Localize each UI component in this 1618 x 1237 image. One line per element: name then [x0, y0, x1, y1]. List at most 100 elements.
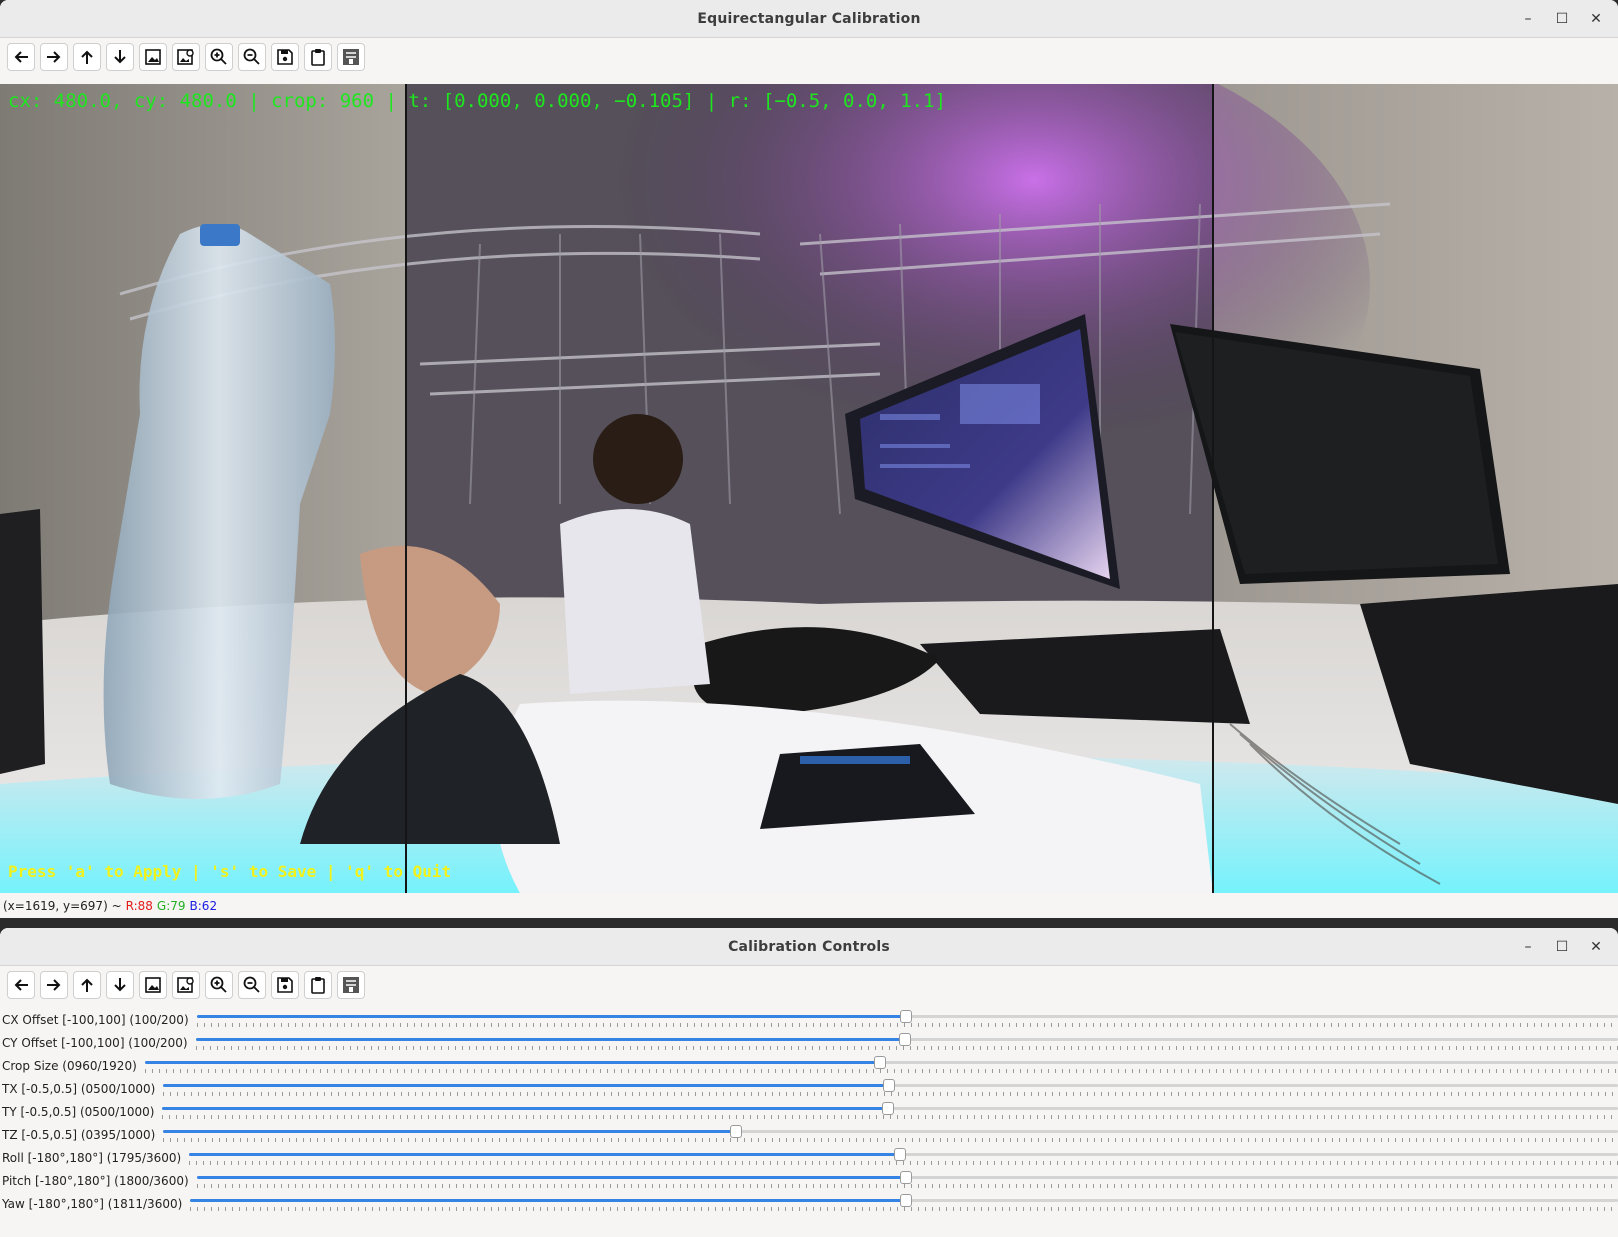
- main-titlebar[interactable]: Equirectangular Calibration – ☐ ✕: [0, 0, 1618, 38]
- slider[interactable]: [163, 1123, 1618, 1146]
- arrow-up-icon: [81, 50, 93, 64]
- close-button[interactable]: ✕: [1582, 934, 1610, 960]
- green-value: G:79: [156, 899, 186, 913]
- slider-fill: [190, 1199, 907, 1202]
- clipboard-icon: [311, 977, 325, 994]
- slider-handle[interactable]: [893, 1148, 906, 1161]
- image-button[interactable]: [139, 43, 167, 71]
- minimize-button[interactable]: –: [1514, 6, 1542, 32]
- controls-titlebar[interactable]: Calibration Controls – ☐ ✕: [0, 928, 1618, 966]
- arrow-left-button[interactable]: [7, 43, 35, 71]
- slider-label: Pitch [-180°,180°] (1800/3600): [2, 1173, 189, 1188]
- slider[interactable]: [190, 1192, 1618, 1215]
- slider-handle[interactable]: [899, 1171, 912, 1184]
- slider-handle[interactable]: [899, 1010, 912, 1023]
- arrow-down-button[interactable]: [106, 971, 134, 999]
- arrow-down-icon: [114, 50, 126, 64]
- slider-row: CX Offset [-100,100] (100/200): [0, 1008, 1618, 1031]
- image-icon: [145, 977, 161, 993]
- slider-row: CY Offset [-100,100] (100/200): [0, 1031, 1618, 1054]
- slider-label: Roll [-180°,180°] (1795/3600): [2, 1150, 182, 1165]
- slider-label: CX Offset [-100,100] (100/200): [2, 1012, 189, 1027]
- zoom-out-icon: [243, 976, 260, 993]
- zoom-out-icon: [243, 48, 260, 65]
- arrow-down-button[interactable]: [106, 43, 134, 71]
- slider[interactable]: [145, 1054, 1618, 1077]
- slider-handle[interactable]: [873, 1056, 886, 1069]
- slider-fill: [162, 1107, 888, 1110]
- slider-fill: [163, 1084, 889, 1087]
- slider-ticks: [197, 1184, 1618, 1188]
- slider-handle[interactable]: [882, 1079, 895, 1092]
- crop-boundary-left: [405, 84, 407, 893]
- slider-ticks: [196, 1046, 1618, 1050]
- zoom-in-button[interactable]: [205, 971, 233, 999]
- panorama-image: [0, 84, 1618, 893]
- zoom-in-button[interactable]: [205, 43, 233, 71]
- controls-toolbar: [0, 966, 1618, 1004]
- properties-icon: [343, 977, 359, 993]
- slider-handle[interactable]: [899, 1033, 911, 1046]
- slider[interactable]: [197, 1169, 1618, 1192]
- slider-label: TX [-0.5,0.5] (0500/1000): [2, 1081, 156, 1096]
- blue-value: B:62: [189, 899, 218, 913]
- slider-fill: [189, 1153, 900, 1156]
- main-toolbar: [0, 38, 1618, 76]
- zoom-out-button[interactable]: [238, 971, 266, 999]
- arrow-up-icon: [81, 978, 93, 992]
- slider-row: Roll [-180°,180°] (1795/3600): [0, 1146, 1618, 1169]
- image-settings-button[interactable]: [172, 43, 200, 71]
- save-button[interactable]: [271, 971, 299, 999]
- clipboard-button[interactable]: [304, 43, 332, 71]
- slider[interactable]: [197, 1008, 1618, 1031]
- slider[interactable]: [162, 1100, 1618, 1123]
- image-settings-button[interactable]: [172, 971, 200, 999]
- main-window-title: Equirectangular Calibration: [697, 10, 921, 27]
- properties-button[interactable]: [337, 43, 365, 71]
- slider[interactable]: [163, 1077, 1618, 1100]
- zoom-in-icon: [210, 976, 227, 993]
- arrow-left-icon: [14, 979, 28, 991]
- slider[interactable]: [189, 1146, 1618, 1169]
- calibration-controls-window: Calibration Controls – ☐ ✕ CX Offset [-1…: [0, 928, 1618, 1237]
- slider-handle[interactable]: [882, 1102, 894, 1115]
- clipboard-button[interactable]: [304, 971, 332, 999]
- slider-fill: [145, 1061, 880, 1064]
- slider-fill: [197, 1176, 906, 1179]
- close-button[interactable]: ✕: [1582, 6, 1610, 32]
- main-window-controls: – ☐ ✕: [1514, 0, 1610, 38]
- arrow-left-button[interactable]: [7, 971, 35, 999]
- slider[interactable]: [196, 1031, 1618, 1054]
- image-button[interactable]: [139, 971, 167, 999]
- arrow-right-button[interactable]: [40, 971, 68, 999]
- slider-ticks: [163, 1092, 1618, 1096]
- crop-boundary-right: [1212, 84, 1214, 893]
- arrow-right-button[interactable]: [40, 43, 68, 71]
- zoom-in-icon: [210, 48, 227, 65]
- arrow-up-button[interactable]: [73, 43, 101, 71]
- slider-handle[interactable]: [730, 1125, 743, 1138]
- save-button[interactable]: [271, 43, 299, 71]
- image-viewport[interactable]: cx: 480.0, cy: 480.0 | crop: 960 | t: [0…: [0, 84, 1618, 893]
- slider-row: TZ [-0.5,0.5] (0395/1000): [0, 1123, 1618, 1146]
- zoom-out-button[interactable]: [238, 43, 266, 71]
- minimize-button[interactable]: –: [1514, 934, 1542, 960]
- slider-ticks: [162, 1115, 1618, 1119]
- arrow-right-icon: [47, 51, 61, 63]
- properties-button[interactable]: [337, 971, 365, 999]
- slider-row: Crop Size (0960/1920): [0, 1054, 1618, 1077]
- slider-handle[interactable]: [900, 1194, 913, 1207]
- slider-label: CY Offset [-100,100] (100/200): [2, 1035, 188, 1050]
- slider-fill: [196, 1038, 905, 1041]
- clipboard-icon: [311, 49, 325, 66]
- calibration-params-overlay: cx: 480.0, cy: 480.0 | crop: 960 | t: [0…: [8, 90, 946, 112]
- image-icon: [145, 49, 161, 65]
- maximize-button[interactable]: ☐: [1548, 6, 1576, 32]
- slider-ticks: [145, 1069, 1618, 1073]
- slider-row: Pitch [-180°,180°] (1800/3600): [0, 1169, 1618, 1192]
- slider-list: CX Offset [-100,100] (100/200) CY Offset …: [0, 1008, 1618, 1215]
- arrow-up-button[interactable]: [73, 971, 101, 999]
- maximize-button[interactable]: ☐: [1548, 934, 1576, 960]
- save-icon: [277, 977, 293, 993]
- slider-row: Yaw [-180°,180°] (1811/3600): [0, 1192, 1618, 1215]
